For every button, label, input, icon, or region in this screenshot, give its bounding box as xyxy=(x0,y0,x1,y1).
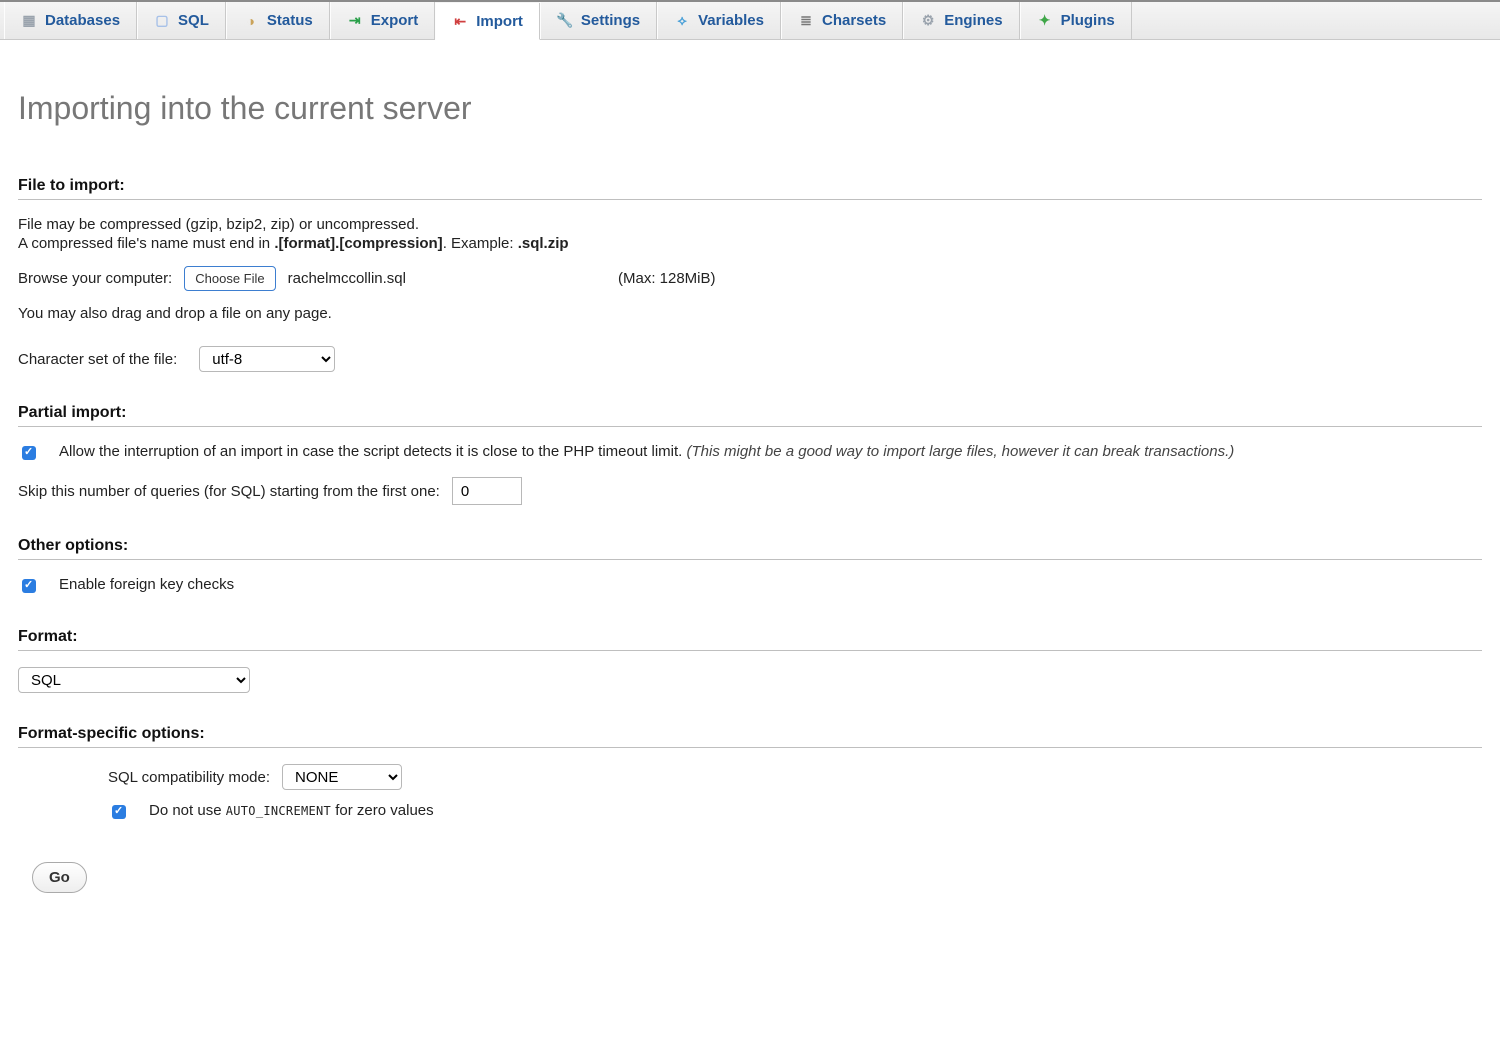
tab-variables[interactable]: ⟡ Variables xyxy=(657,2,781,39)
tab-export[interactable]: ⇥ Export xyxy=(330,2,436,39)
autoinc-row: Do not use AUTO_INCREMENT for zero value… xyxy=(108,802,1482,822)
tab-label: Import xyxy=(476,13,523,30)
format-row: SQL xyxy=(18,667,1482,693)
compat-select[interactable]: NONE xyxy=(282,764,402,790)
charset-row: Character set of the file: utf-8 xyxy=(18,346,1482,372)
plugins-icon: ✦ xyxy=(1037,13,1053,29)
choose-file-button[interactable]: Choose File xyxy=(184,266,275,291)
browse-label: Browse your computer: xyxy=(18,270,172,287)
section-title: Partial import: xyxy=(18,404,1482,422)
tab-charsets[interactable]: ≣ Charsets xyxy=(781,2,903,39)
text: A compressed file's name must end in xyxy=(18,235,274,252)
divider xyxy=(18,747,1482,748)
divider xyxy=(18,559,1482,560)
text: for zero values xyxy=(331,802,434,819)
file-compress-hint-1: File may be compressed (gzip, bzip2, zip… xyxy=(18,216,1482,233)
tab-label: Status xyxy=(267,12,313,29)
fk-label: Enable foreign key checks xyxy=(59,576,234,593)
section-partial: Partial import: Allow the interruption o… xyxy=(18,404,1482,505)
drag-hint: You may also drag and drop a file on any… xyxy=(18,305,1482,322)
engines-icon: ⚙ xyxy=(920,13,936,29)
go-row: Go xyxy=(18,862,1482,893)
autoinc-checkbox[interactable] xyxy=(112,805,126,819)
section-title: File to import: xyxy=(18,177,1482,195)
tab-label: Export xyxy=(371,12,419,29)
page-body: Importing into the current server File t… xyxy=(0,40,1500,933)
hint-text: (This might be a good way to import larg… xyxy=(687,443,1235,460)
autoinc-label: Do not use AUTO_INCREMENT for zero value… xyxy=(149,802,434,819)
go-button[interactable]: Go xyxy=(32,862,87,893)
max-size-label: (Max: 128MiB) xyxy=(618,270,716,287)
charsets-icon: ≣ xyxy=(798,13,814,29)
section-fso: Format-specific options: SQL compatibili… xyxy=(18,725,1482,822)
format-select[interactable]: SQL xyxy=(18,667,250,693)
divider xyxy=(18,650,1482,651)
text-bold: .[format].[compression] xyxy=(274,235,442,252)
tab-settings[interactable]: 🔧 Settings xyxy=(540,2,657,39)
allow-interrupt-row: Allow the interruption of an import in c… xyxy=(18,443,1482,463)
skip-input[interactable] xyxy=(452,477,522,505)
text: Do not use xyxy=(149,802,226,819)
tab-label: Databases xyxy=(45,12,120,29)
tab-label: Plugins xyxy=(1061,12,1115,29)
code-text: AUTO_INCREMENT xyxy=(226,804,331,818)
export-icon: ⇥ xyxy=(347,13,363,29)
database-icon: ▦ xyxy=(21,13,37,29)
file-compress-hint-2: A compressed file's name must end in .[f… xyxy=(18,235,1482,252)
text: Allow the interruption of an import in c… xyxy=(59,443,687,460)
import-icon: ⇤ xyxy=(452,13,468,29)
tab-label: Engines xyxy=(944,12,1002,29)
tab-engines[interactable]: ⚙ Engines xyxy=(903,2,1019,39)
tab-plugins[interactable]: ✦ Plugins xyxy=(1020,2,1132,39)
sql-icon: ▢ xyxy=(154,13,170,29)
fso-indent: SQL compatibility mode: NONE Do not use … xyxy=(18,764,1482,822)
section-title: Other options: xyxy=(18,537,1482,555)
tab-sql[interactable]: ▢ SQL xyxy=(137,2,226,39)
tab-label: Charsets xyxy=(822,12,886,29)
section-file: File to import: File may be compressed (… xyxy=(18,177,1482,372)
tab-label: Settings xyxy=(581,12,640,29)
tab-status[interactable]: ◑ Status xyxy=(226,2,330,39)
allow-interrupt-checkbox[interactable] xyxy=(22,446,36,460)
status-icon: ◑ xyxy=(243,13,259,29)
section-title: Format-specific options: xyxy=(18,725,1482,743)
skip-label: Skip this number of queries (for SQL) st… xyxy=(18,483,440,500)
allow-interrupt-label: Allow the interruption of an import in c… xyxy=(59,443,1234,460)
tab-databases[interactable]: ▦ Databases xyxy=(4,2,137,39)
tab-label: SQL xyxy=(178,12,209,29)
fk-checkbox[interactable] xyxy=(22,579,36,593)
page-title: Importing into the current server xyxy=(18,90,1482,127)
file-browse-row: Browse your computer: Choose File rachel… xyxy=(18,266,1482,291)
text-bold: .sql.zip xyxy=(518,235,569,252)
chosen-file-name: rachelmccollin.sql xyxy=(288,270,406,287)
section-title: Format: xyxy=(18,628,1482,646)
tab-import[interactable]: ⇤ Import xyxy=(435,3,540,40)
settings-icon: 🔧 xyxy=(557,13,573,29)
compat-label: SQL compatibility mode: xyxy=(108,769,270,786)
charset-label: Character set of the file: xyxy=(18,351,177,368)
divider xyxy=(18,426,1482,427)
fk-row: Enable foreign key checks xyxy=(18,576,1482,596)
text: . Example: xyxy=(443,235,518,252)
section-other: Other options: Enable foreign key checks xyxy=(18,537,1482,596)
divider xyxy=(18,199,1482,200)
skip-row: Skip this number of queries (for SQL) st… xyxy=(18,477,1482,505)
section-format: Format: SQL xyxy=(18,628,1482,693)
tab-label: Variables xyxy=(698,12,764,29)
compat-row: SQL compatibility mode: NONE xyxy=(108,764,1482,790)
charset-select[interactable]: utf-8 xyxy=(199,346,335,372)
top-tabbar: ▦ Databases ▢ SQL ◑ Status ⇥ Export ⇤ Im… xyxy=(0,0,1500,40)
variables-icon: ⟡ xyxy=(674,13,690,29)
